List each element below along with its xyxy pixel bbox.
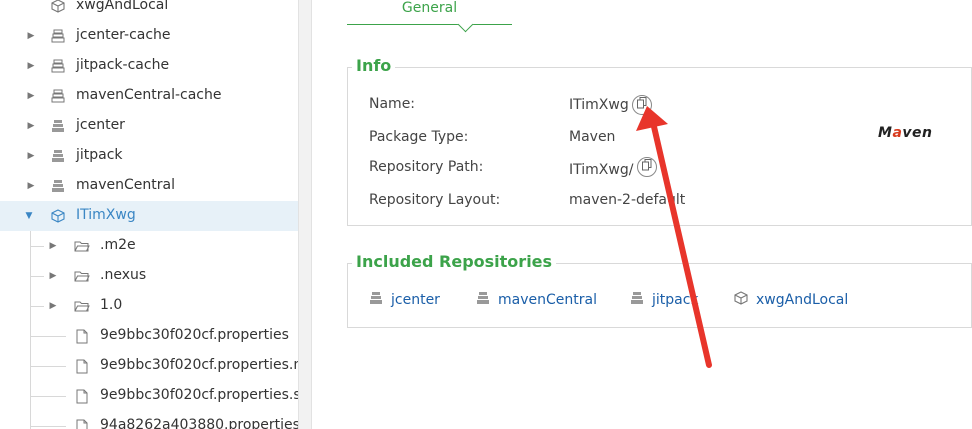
copy-icon [642,159,652,175]
repo-link-label: jcenter [391,292,440,308]
tab-general[interactable]: General [347,0,512,33]
tree-item-label: xwgAndLocal [76,0,169,13]
collapse-arrow-icon[interactable]: ▼ [24,211,34,221]
repo-link-label: jitpack [652,292,699,308]
repository-details: General Info Name: ITimXwg Package Type:… [312,0,972,429]
tree-item-jcenter-cache[interactable]: ▶ jcenter-cache [0,21,298,51]
tree-item-file[interactable]: 94a8262a403880.properties [0,411,298,429]
remote-repo-icon [50,148,66,164]
file-icon [74,358,90,374]
tree-item-file[interactable]: 9e9bbc30f020cf.properties.sha [0,381,298,411]
tree-item-label: .nexus [100,267,147,283]
tree-item-mavencentral-cache[interactable]: ▶ mavenCentral-cache [0,81,298,111]
repository-layout-value: maven-2-default [569,192,686,208]
expand-arrow-icon[interactable]: ▶ [26,151,36,161]
tree-item-label: jcenter [76,117,125,133]
tree-item-nexus[interactable]: ▶ .nexus [0,261,298,291]
tree-item-jitpack-cache[interactable]: ▶ jitpack-cache [0,51,298,81]
virtual-repo-icon [734,291,748,309]
file-icon [74,328,90,344]
tree-item-label: mavenCentral [76,177,175,193]
cache-repo-icon [50,88,66,104]
tree-item-xwgandlocal[interactable]: xwgAndLocal [0,0,298,21]
tree-item-label: 9e9bbc30f020cf.properties.sha [100,387,298,403]
tree-item-jitpack[interactable]: ▶ jitpack [0,141,298,171]
expand-arrow-icon[interactable]: ▶ [48,271,58,281]
included-repo-jcenter[interactable]: jcenter [369,291,440,309]
tree-item-mavencentral[interactable]: ▶ mavenCentral [0,171,298,201]
tree-item-label: .m2e [100,237,136,253]
file-icon [74,418,90,429]
expand-arrow-icon[interactable]: ▶ [48,241,58,251]
info-panel: Info Name: ITimXwg Package Type: Maven R… [347,56,972,226]
copy-name-button[interactable] [632,95,652,115]
info-panel-title: Info [352,56,396,75]
tree-item-label: jitpack [76,147,123,163]
expand-arrow-icon[interactable]: ▶ [48,301,58,311]
repository-tree: xwgAndLocal ▶ jcenter-cache ▶ jitpack-ca… [0,0,298,429]
included-repo-jitpack[interactable]: jitpack [630,291,699,309]
included-repo-mavencentral[interactable]: mavenCentral [476,291,597,309]
expand-arrow-icon[interactable]: ▶ [26,121,36,131]
repository-path-label: Repository Path: [369,159,484,175]
tree-item-label: 94a8262a403880.properties [100,417,298,429]
folder-icon [74,298,90,314]
copy-path-button[interactable] [637,157,657,177]
name-label: Name: [369,96,416,112]
virtual-repo-icon [50,208,66,224]
package-type-label: Package Type: [369,129,469,145]
included-repositories-title: Included Repositories [352,252,557,271]
included-repo-xwgandlocal[interactable]: xwgAndLocal [734,291,848,309]
tree-item-1-0[interactable]: ▶ 1.0 [0,291,298,321]
repo-link-label: mavenCentral [498,292,597,308]
package-type-value: Maven [569,129,616,145]
name-value: ITimXwg [569,97,629,113]
repository-layout-label: Repository Layout: [369,192,501,208]
tree-item-label: 9e9bbc30f020cf.properties [100,327,289,343]
tab-active-indicator [457,16,474,33]
cache-repo-icon [50,28,66,44]
tree-item-file[interactable]: 9e9bbc30f020cf.properties [0,321,298,351]
file-icon [74,388,90,404]
cache-repo-icon [50,58,66,74]
expand-arrow-icon[interactable]: ▶ [26,31,36,41]
panel-splitter[interactable] [298,0,312,429]
tree-item-label: 9e9bbc30f020cf.properties.md [100,357,298,373]
virtual-repo-icon [50,0,66,14]
tree-item-file[interactable]: 9e9bbc30f020cf.properties.md [0,351,298,381]
tree-item-label: mavenCentral-cache [76,87,222,103]
expand-arrow-icon[interactable]: ▶ [26,61,36,71]
tree-item-jcenter[interactable]: ▶ jcenter [0,111,298,141]
remote-repo-icon [369,291,383,309]
tree-item-label: jitpack-cache [76,57,170,73]
tree-item-label: jcenter-cache [76,27,171,43]
maven-logo: Maven [878,125,933,141]
remote-repo-icon [476,291,490,309]
remote-repo-icon [50,118,66,134]
folder-icon [74,268,90,284]
repository-path-value: ITimXwg/ [569,162,634,178]
tree-item-m2e[interactable]: ▶ .m2e [0,231,298,261]
repo-link-label: xwgAndLocal [756,292,849,308]
remote-repo-icon [630,291,644,309]
tree-item-itimxwg[interactable]: ▼ ITimXwg [0,201,298,231]
folder-icon [74,238,90,254]
copy-icon [637,97,647,113]
remote-repo-icon [50,178,66,194]
tree-item-label: 1.0 [100,297,123,313]
tree-item-label: ITimXwg [76,207,136,223]
expand-arrow-icon[interactable]: ▶ [26,181,36,191]
expand-arrow-icon[interactable]: ▶ [26,91,36,101]
tab-label: General [401,0,458,16]
included-repositories-panel: Included Repositories jcenter mavenCentr… [347,252,972,328]
